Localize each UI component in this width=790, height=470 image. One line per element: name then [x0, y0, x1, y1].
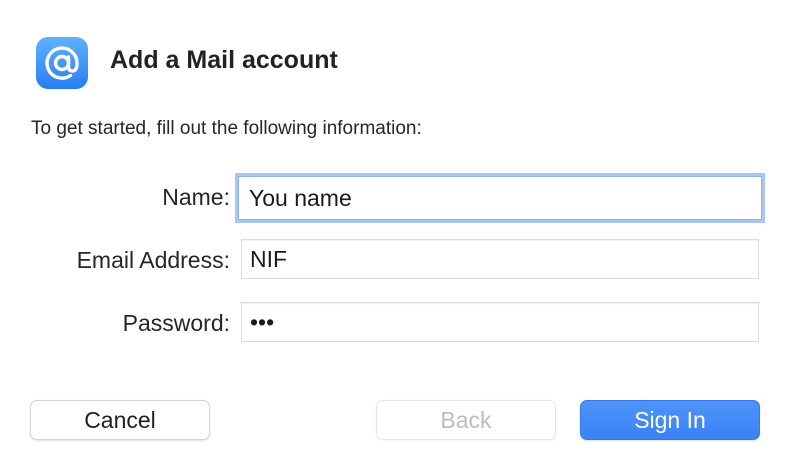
- dialog-title: Add a Mail account: [110, 46, 338, 74]
- add-mail-account-dialog: Add a Mail account To get started, fill …: [0, 0, 790, 470]
- name-label: Name:: [162, 184, 230, 210]
- password-input[interactable]: [241, 302, 759, 342]
- sign-in-button[interactable]: Sign In: [580, 400, 760, 440]
- password-label: Password:: [122, 310, 230, 336]
- email-address-input[interactable]: [241, 239, 759, 279]
- name-input[interactable]: [238, 176, 762, 220]
- email-address-label: Email Address:: [76, 247, 230, 273]
- at-sign-mail-icon: [36, 37, 88, 89]
- instructions-text: To get started, fill out the following i…: [31, 118, 422, 139]
- cancel-button[interactable]: Cancel: [30, 400, 210, 440]
- back-button[interactable]: Back: [376, 400, 556, 440]
